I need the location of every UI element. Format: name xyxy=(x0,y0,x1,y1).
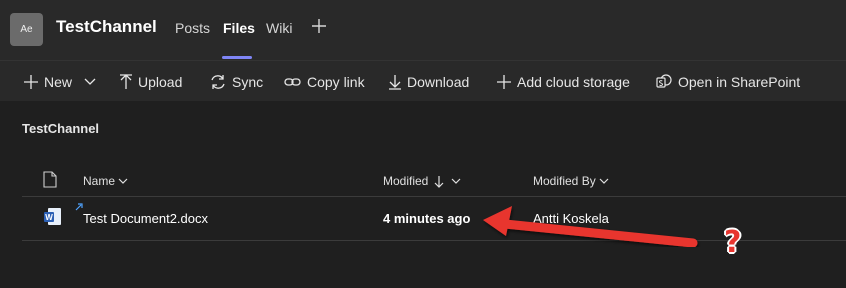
breadcrumb-folder-title[interactable]: TestChannel xyxy=(22,121,99,136)
open-in-sharepoint-label: Open in SharePoint xyxy=(678,74,801,90)
name-column-header[interactable]: Name xyxy=(83,174,128,188)
file-name-link[interactable]: Test Document2.docx xyxy=(83,211,208,226)
channel-header: Ae TestChannel Posts Files Wiki xyxy=(0,0,846,60)
table-row[interactable]: W Test Document2.docx 4 minutes ago Antt… xyxy=(22,197,846,241)
word-doc-icon: W xyxy=(44,208,61,225)
add-cloud-storage-label: Add cloud storage xyxy=(517,74,630,90)
copy-link-label: Copy link xyxy=(307,74,365,90)
tab-wiki[interactable]: Wiki xyxy=(266,20,292,36)
question-mark-annotation: ? xyxy=(724,225,742,260)
modified-by-user[interactable]: Antti Koskela xyxy=(533,211,609,226)
plus-icon xyxy=(497,75,511,89)
modified-time: 4 minutes ago xyxy=(383,211,471,226)
sync-icon xyxy=(211,75,225,89)
chevron-down-icon xyxy=(599,178,609,184)
modified-column-header[interactable]: Modified xyxy=(383,174,461,188)
chevron-down-icon xyxy=(118,178,128,184)
download-button[interactable]: Download xyxy=(389,73,469,91)
tab-files[interactable]: Files xyxy=(223,20,255,36)
copy-link-button[interactable]: Copy link xyxy=(284,73,365,91)
channel-title: TestChannel xyxy=(56,17,157,36)
download-icon xyxy=(389,75,401,90)
sort-descending-icon xyxy=(434,175,444,188)
link-icon xyxy=(284,78,301,86)
new-label: New xyxy=(44,74,73,90)
sync-button[interactable]: Sync xyxy=(210,73,263,91)
sharepoint-icon xyxy=(656,74,672,88)
file-type-column-icon[interactable] xyxy=(43,171,57,188)
modified-column-label: Modified xyxy=(383,174,429,188)
add-cloud-storage-button[interactable]: Add cloud storage xyxy=(497,73,630,91)
open-in-sharepoint-button[interactable]: Open in SharePoint xyxy=(656,73,800,91)
plus-icon xyxy=(312,19,326,33)
sync-label: Sync xyxy=(232,74,264,90)
new-item-sparkle-icon xyxy=(75,203,83,211)
modified-by-column-header[interactable]: Modified By xyxy=(533,174,609,188)
plus-icon xyxy=(24,75,38,89)
download-label: Download xyxy=(407,74,470,90)
svg-text:W: W xyxy=(45,213,53,222)
add-tab-button[interactable] xyxy=(309,16,329,36)
team-avatar[interactable]: Ae xyxy=(10,13,43,46)
tab-posts[interactable]: Posts xyxy=(175,20,210,36)
name-column-label: Name xyxy=(83,174,116,188)
active-tab-indicator xyxy=(222,56,252,59)
chevron-down-icon xyxy=(84,78,96,85)
modified-by-column-label: Modified By xyxy=(533,174,596,188)
file-list-header: Name Modified Modified By xyxy=(22,166,846,197)
files-toolbar: New Upload Sync Copy link Download Add c… xyxy=(0,60,846,101)
upload-label: Upload xyxy=(138,74,183,90)
upload-button[interactable]: Upload xyxy=(120,73,182,91)
new-button[interactable]: New xyxy=(24,73,96,91)
upload-icon xyxy=(120,74,132,89)
chevron-down-icon xyxy=(451,178,461,184)
